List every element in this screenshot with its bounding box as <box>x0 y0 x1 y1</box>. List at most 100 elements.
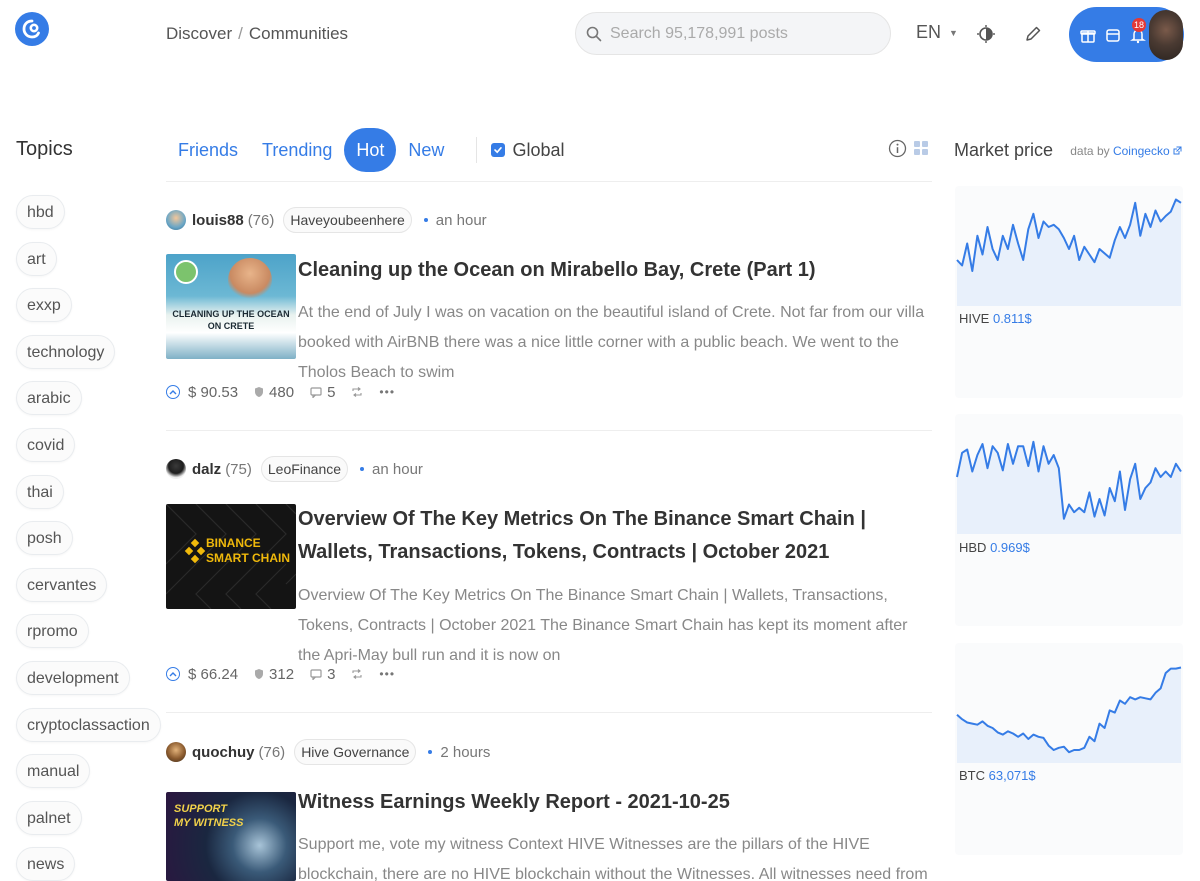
post-header: dalz (75) LeoFinance an hour <box>166 455 423 483</box>
coin-symbol: HIVE <box>959 311 990 326</box>
author-avatar[interactable] <box>166 459 186 479</box>
breadcrumb-communities[interactable]: Communities <box>249 24 348 44</box>
post-title[interactable]: Cleaning up the Ocean on Mirabello Bay, … <box>298 254 928 287</box>
info-icon[interactable] <box>888 139 907 158</box>
topic-chip[interactable]: cervantes <box>16 567 108 602</box>
language-selector[interactable]: EN ▼ <box>916 22 958 43</box>
breadcrumb-discover[interactable]: Discover <box>166 24 232 44</box>
post-author[interactable]: louis88 <box>192 212 244 229</box>
votes-count[interactable]: 312 <box>254 666 294 683</box>
tabs-divider <box>476 137 478 163</box>
topic-chip[interactable]: rpromo <box>16 614 89 649</box>
post-thumbnail[interactable]: SUPPORT MY WITNESS <box>166 792 296 881</box>
post-author[interactable]: quochuy <box>192 744 255 761</box>
community-tag[interactable]: Hive Governance <box>294 739 417 765</box>
upvote-button[interactable] <box>166 385 180 399</box>
votes-count[interactable]: 480 <box>254 384 294 401</box>
more-options-button[interactable]: ••• <box>379 667 395 681</box>
topic-chip[interactable]: covid <box>16 427 76 462</box>
external-link-icon[interactable] <box>1173 146 1182 155</box>
topic-chip[interactable]: manual <box>16 754 91 789</box>
topic-chip[interactable]: news <box>16 847 76 881</box>
post-time: 2 hours <box>440 743 491 761</box>
post-thumbnail[interactable]: CLEANING UP THE OCEAN ON CRETE <box>166 254 296 359</box>
hbd-price-chart <box>956 440 1182 534</box>
theme-icon <box>977 25 995 43</box>
topic-chip[interactable]: posh <box>16 521 73 556</box>
topics-title: Topics <box>16 138 73 160</box>
thumbnail-caption: CLEANING UP THE OCEAN ON CRETE <box>172 309 290 331</box>
comments-count[interactable]: 3 <box>310 666 335 683</box>
coin-symbol: HBD <box>959 540 987 555</box>
separator-dot <box>423 218 428 222</box>
post-thumbnail[interactable]: BINANCE SMART CHAIN <box>166 504 296 609</box>
community-tag[interactable]: Haveyoubeenhere <box>283 207 412 233</box>
coingecko-link[interactable]: Coingecko <box>1113 144 1170 158</box>
topic-chip[interactable]: hbd <box>16 195 65 229</box>
ecency-logo[interactable] <box>15 12 49 46</box>
user-avatar[interactable] <box>1149 10 1183 60</box>
topic-chip[interactable]: development <box>16 660 130 695</box>
reblog-button[interactable] <box>351 387 363 397</box>
pencil-icon <box>1026 26 1041 41</box>
community-tag[interactable]: LeoFinance <box>260 456 349 482</box>
gift-icon[interactable] <box>1079 26 1097 44</box>
market-label: BTC 63,071$ <box>959 768 1036 783</box>
topic-chip[interactable]: arabic <box>16 381 82 416</box>
reblog-button[interactable] <box>351 669 363 679</box>
market-card-hive[interactable]: HIVE 0.811$ <box>955 186 1183 398</box>
post-header: louis88 (76) Haveyoubeenhere an hour <box>166 206 487 234</box>
write-post-button[interactable] <box>1023 24 1043 44</box>
tab-friends[interactable]: Friends <box>166 128 250 172</box>
thumbnail-caption: BINANCE SMART CHAIN <box>206 536 290 565</box>
theme-toggle-button[interactable] <box>976 24 996 44</box>
wallet-icon[interactable] <box>1104 26 1122 44</box>
post-author[interactable]: dalz <box>192 461 221 478</box>
more-options-button[interactable]: ••• <box>379 385 395 399</box>
chevron-up-icon <box>169 672 177 677</box>
comments-count[interactable]: 5 <box>310 384 335 401</box>
global-filter[interactable]: Global <box>491 140 564 161</box>
author-avatar[interactable] <box>166 742 186 762</box>
global-checkbox[interactable] <box>491 143 506 157</box>
search-box[interactable] <box>575 12 891 55</box>
topic-chip[interactable]: palnet <box>16 800 82 835</box>
post-title[interactable]: Overview Of The Key Metrics On The Binan… <box>298 503 928 569</box>
repeat-icon <box>352 387 362 397</box>
post-divider <box>166 712 932 713</box>
topic-chip[interactable]: art <box>16 241 57 276</box>
author-avatar[interactable] <box>166 210 186 230</box>
topic-chip[interactable]: exxp <box>16 288 72 323</box>
post-excerpt[interactable]: At the end of July I was on vacation on … <box>298 298 928 388</box>
topic-chip[interactable]: thai <box>16 474 64 509</box>
shield-icon <box>255 669 264 679</box>
divider <box>166 181 932 182</box>
search-input[interactable] <box>610 24 870 43</box>
separator-dot <box>428 750 433 754</box>
tab-trending[interactable]: Trending <box>250 128 344 172</box>
coin-price: 0.969$ <box>990 540 1030 555</box>
post-payout[interactable]: $ 90.53 <box>188 384 238 401</box>
search-icon <box>586 26 602 41</box>
feed-tabs: Friends Trending Hot New Global <box>166 128 564 172</box>
breadcrumb: Discover / Communities <box>166 24 348 44</box>
post-excerpt[interactable]: Overview Of The Key Metrics On The Binan… <box>298 581 928 671</box>
person-illustration <box>228 258 272 302</box>
tab-new[interactable]: New <box>396 128 456 172</box>
upvote-button[interactable] <box>166 667 180 681</box>
post-payout[interactable]: $ 66.24 <box>188 666 238 683</box>
topic-chip[interactable]: cryptoclassaction <box>16 707 161 742</box>
repeat-icon <box>352 669 362 679</box>
author-reputation: (76) <box>258 743 286 761</box>
post-excerpt[interactable]: Support me, vote my witness Context HIVE… <box>298 830 928 881</box>
market-card-hbd[interactable]: HBD 0.969$ <box>955 414 1183 626</box>
grid-view-icon[interactable] <box>914 141 928 155</box>
coin-price: 63,071$ <box>988 768 1036 783</box>
shield-icon <box>255 387 264 397</box>
market-card-btc[interactable]: BTC 63,071$ <box>955 643 1183 855</box>
topic-chip[interactable]: technology <box>16 334 116 369</box>
notification-badge: 18 <box>1132 18 1147 32</box>
post-title[interactable]: Witness Earnings Weekly Report - 2021-10… <box>298 786 928 819</box>
price-area <box>957 199 1181 306</box>
tab-hot[interactable]: Hot <box>344 128 397 172</box>
